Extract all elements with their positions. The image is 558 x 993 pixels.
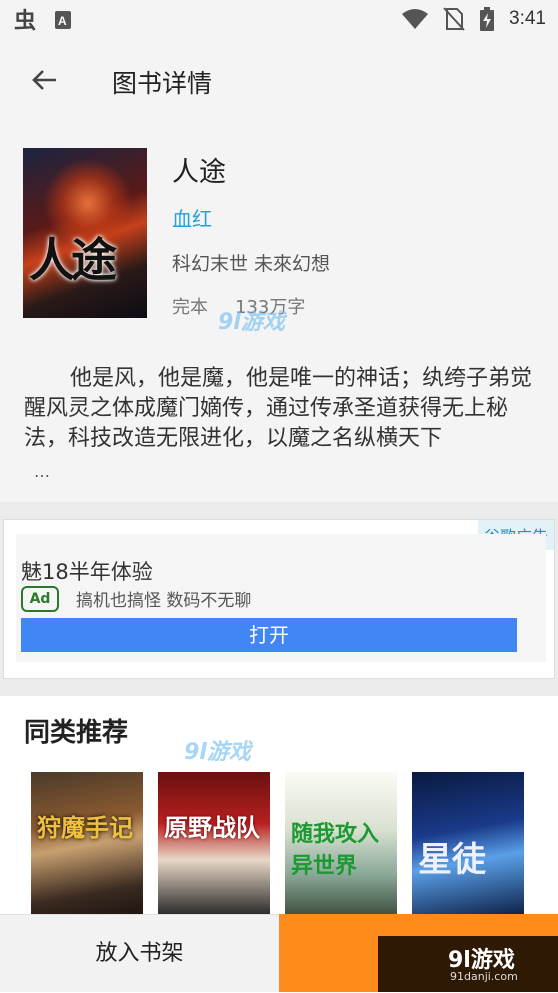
battery-charging-icon [479, 7, 495, 31]
ad-section: 谷歌广告 魅18半年体验 Ad 搞机也搞怪 数码不无聊 打开 [0, 502, 558, 696]
recommend-book-4[interactable]: 星徒 [412, 772, 524, 918]
book-cover: 人途 [23, 148, 147, 318]
clock: 3:41 [509, 8, 546, 29]
svg-text:A: A [58, 14, 67, 28]
svg-text:虫: 虫 [14, 8, 36, 32]
recommend-book-2[interactable]: 原野战队 [158, 772, 270, 918]
recommend-cover-text: 星徒 [418, 840, 486, 880]
arrow-left-icon[interactable] [28, 64, 60, 96]
recommend-title: 同类推荐 [24, 718, 129, 748]
watermark-badge: 9l游戏 91danji.com [378, 936, 558, 992]
watermark-url: 91danji.com [450, 970, 518, 983]
page-title: 图书详情 [112, 69, 213, 98]
ad-subtitle: 搞机也搞怪 数码不无聊 [76, 591, 252, 611]
cover-title: 人途 [29, 233, 117, 287]
recommend-cover-text: 狩魔手记 [37, 813, 133, 842]
ad-label: Ad [21, 586, 59, 612]
recommend-cover-text: 原野战队 [164, 813, 260, 842]
add-to-shelf-button[interactable]: 放入书架 [0, 914, 279, 992]
book-description: 他是风，他是魔，他是唯一的神话；纨绔子弟觉醒风灵之体成魔门嫡传，通过传承圣道获得… [24, 366, 533, 451]
ad-card[interactable]: 谷歌广告 魅18半年体验 Ad 搞机也搞怪 数码不无聊 打开 [3, 519, 555, 679]
wifi-icon [401, 8, 429, 30]
book-title: 人途 [172, 157, 226, 188]
bug-icon: 虫 [14, 8, 40, 32]
watermark-logo: 9l游戏 [218, 310, 285, 335]
a-box-icon: A [54, 10, 72, 30]
recommend-list: 狩魔手记 原野战队 随我攻入异世界 星徒 [31, 772, 524, 918]
recommend-book-1[interactable]: 狩魔手记 [31, 772, 143, 918]
toolbar: 图书详情 [0, 40, 558, 122]
watermark-logo: 9l游戏 [184, 740, 251, 765]
description-ellipsis[interactable]: … [34, 462, 50, 481]
ad-open-button[interactable]: 打开 [21, 618, 517, 652]
book-tags: 科幻末世 未來幻想 [172, 253, 331, 275]
status-bar: 虫 A 3:41 [0, 0, 558, 40]
recommend-book-3[interactable]: 随我攻入异世界 [285, 772, 397, 918]
book-author-link[interactable]: 血红 [172, 203, 212, 232]
ad-title: 魅18半年体验 [21, 560, 153, 584]
book-status: 完本 [172, 297, 208, 318]
no-sim-icon [443, 7, 465, 31]
recommend-cover-text: 随我攻入异世界 [291, 821, 380, 879]
